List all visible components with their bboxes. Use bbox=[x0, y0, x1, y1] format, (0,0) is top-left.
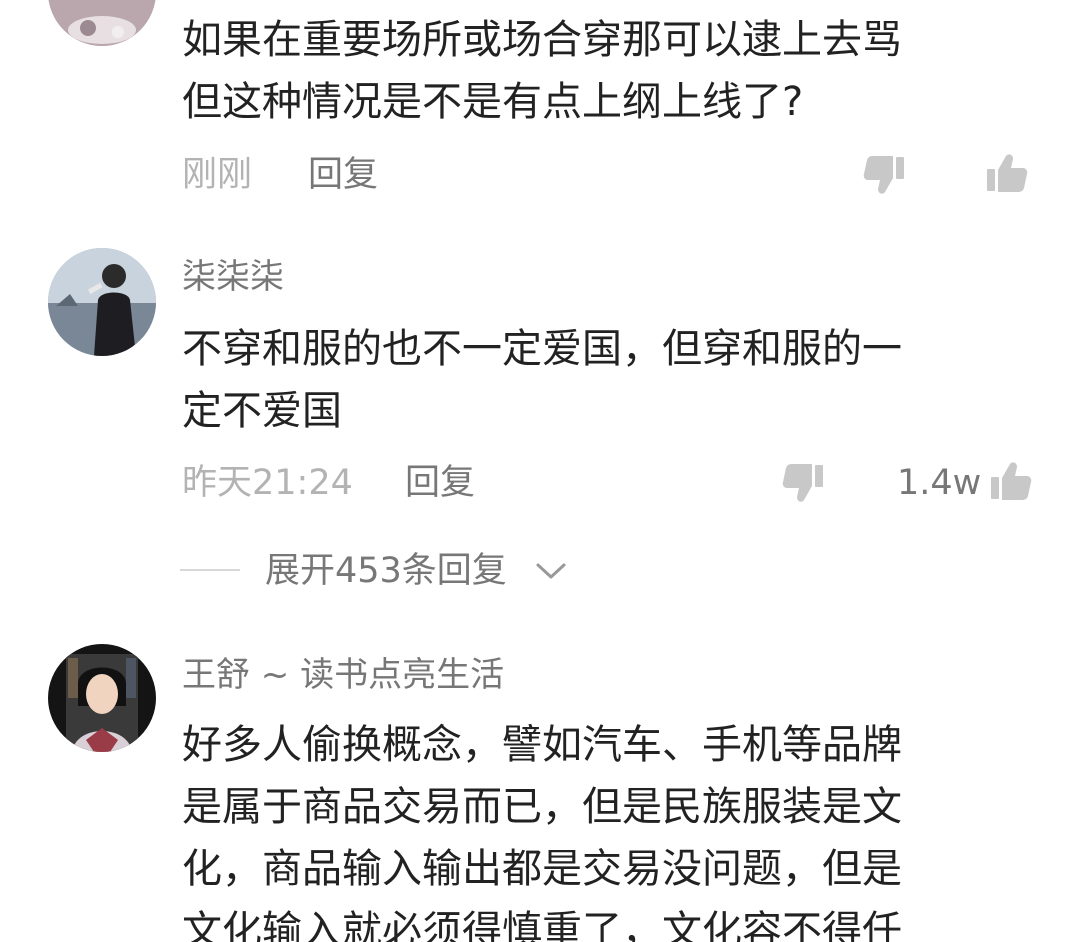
divider bbox=[180, 569, 240, 571]
comment-time: 刚刚 bbox=[182, 155, 253, 195]
avatar[interactable] bbox=[48, 248, 156, 356]
username[interactable]: 王舒 ~ 读书点亮生活 bbox=[182, 655, 504, 695]
reply-button[interactable]: 回复 bbox=[308, 155, 378, 195]
username[interactable]: 柒柒柒 bbox=[182, 257, 284, 297]
thumbs-up-icon[interactable] bbox=[985, 151, 1029, 195]
comment-text: 如果在重要场所或场合穿那可以逮上去骂 但这种情况是不是有点上纲上线了? bbox=[182, 17, 902, 125]
avatar[interactable] bbox=[48, 0, 156, 46]
comment-text: 好多人偷换概念，譬如汽车、手机等品牌 是属于商品交易而已，但是民族服装是文 化，… bbox=[182, 722, 902, 942]
chevron-down-icon[interactable] bbox=[535, 557, 567, 585]
like-count: 1.4w bbox=[897, 463, 982, 503]
thumbs-up-icon[interactable] bbox=[989, 459, 1033, 503]
reply-button[interactable]: 回复 bbox=[405, 463, 475, 503]
thumbs-down-icon[interactable] bbox=[781, 461, 825, 505]
comment-text: 不穿和服的也不一定爱国，但穿和服的一 定不爱国 bbox=[182, 326, 902, 434]
comment-list: 如果在重要场所或场合穿那可以逮上去骂 但这种情况是不是有点上纲上线了? 刚刚 回… bbox=[0, 0, 1080, 942]
expand-replies-label[interactable]: 展开453条回复 bbox=[265, 549, 507, 593]
comment-time: 昨天21:24 bbox=[182, 463, 353, 503]
avatar[interactable] bbox=[48, 644, 156, 752]
thumbs-down-icon[interactable] bbox=[862, 153, 906, 197]
